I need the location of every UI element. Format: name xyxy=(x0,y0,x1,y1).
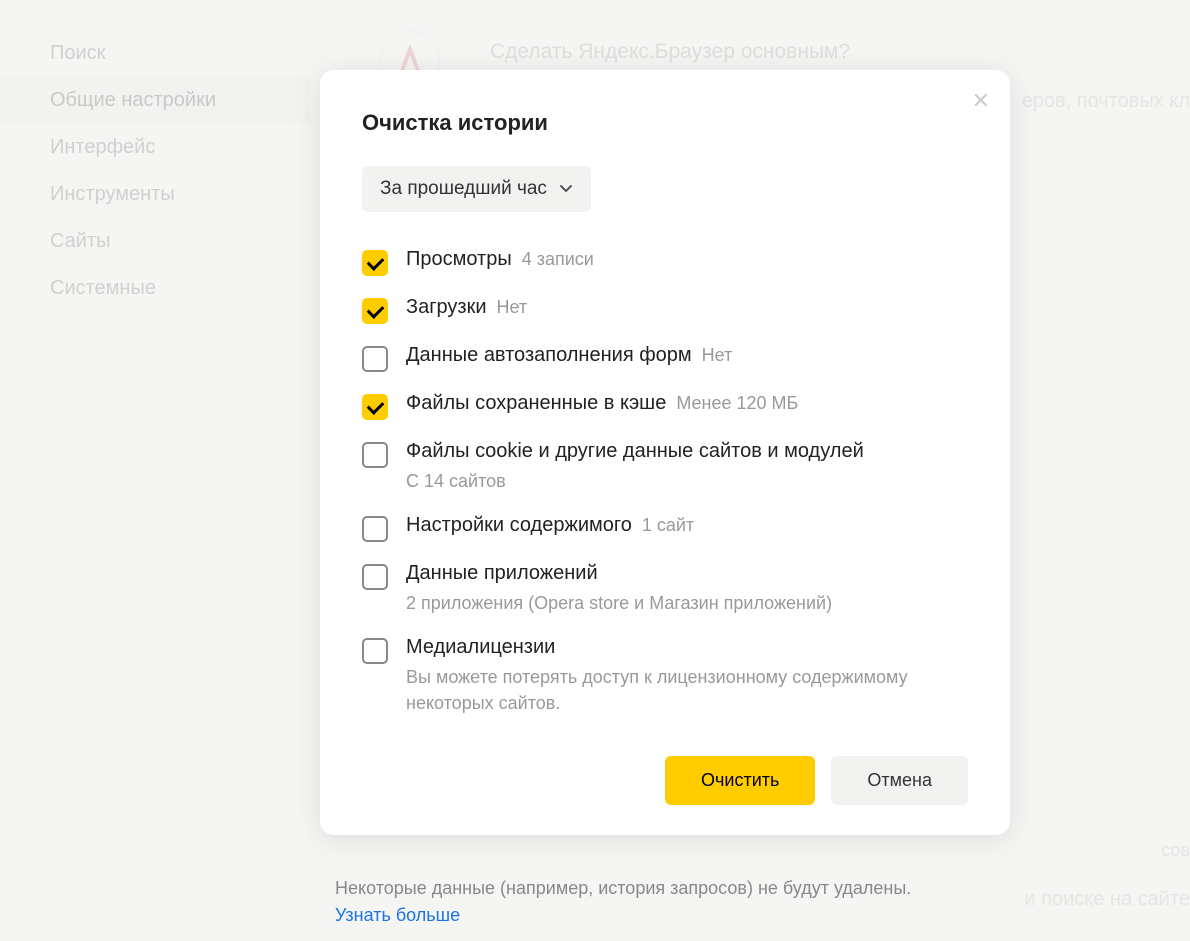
checkbox-autofill[interactable] xyxy=(362,346,388,372)
option-sublabel: 2 приложения (Opera store и Магазин прил… xyxy=(406,591,968,616)
option-hint: Менее 120 МБ xyxy=(676,393,798,414)
modal-title: Очистка истории xyxy=(362,110,968,136)
option-hint: Нет xyxy=(702,345,733,366)
option-downloads: Загрузки Нет xyxy=(362,296,968,324)
option-browsing-history: Просмотры 4 записи xyxy=(362,248,968,276)
option-label: Файлы cookie и другие данные сайтов и мо… xyxy=(406,440,864,463)
option-content-settings: Настройки содержимого 1 сайт xyxy=(362,514,968,542)
cancel-button[interactable]: Отмена xyxy=(831,756,968,805)
checkbox-cache[interactable] xyxy=(362,394,388,420)
option-label: Настройки содержимого xyxy=(406,514,632,537)
option-autofill: Данные автозаполнения форм Нет xyxy=(362,344,968,372)
option-cookies: Файлы cookie и другие данные сайтов и мо… xyxy=(362,440,968,494)
checkbox-downloads[interactable] xyxy=(362,298,388,324)
checkbox-cookies[interactable] xyxy=(362,442,388,468)
option-sublabel: С 14 сайтов xyxy=(406,469,968,494)
option-hint: 4 записи xyxy=(522,249,594,270)
clear-button[interactable]: Очистить xyxy=(665,756,815,805)
checkbox-content-settings[interactable] xyxy=(362,516,388,542)
option-label: Просмотры xyxy=(406,248,512,271)
checkbox-browsing-history[interactable] xyxy=(362,250,388,276)
footer-note: Некоторые данные (например, история запр… xyxy=(335,875,911,929)
clear-history-modal: ✕ Очистка истории За прошедший час Просм… xyxy=(320,70,1010,835)
option-app-data: Данные приложений 2 приложения (Opera st… xyxy=(362,562,968,616)
option-label: Данные автозаполнения форм xyxy=(406,344,692,367)
option-label: Данные приложений xyxy=(406,562,598,585)
close-icon[interactable]: ✕ xyxy=(972,88,990,114)
checkbox-media-licenses[interactable] xyxy=(362,638,388,664)
time-range-label: За прошедший час xyxy=(380,178,547,200)
chevron-down-icon xyxy=(559,178,573,200)
option-label: Медиалицензии xyxy=(406,636,555,659)
option-cache: Файлы сохраненные в кэше Менее 120 МБ xyxy=(362,392,968,420)
option-media-licenses: Медиалицензии Вы можете потерять доступ … xyxy=(362,636,968,715)
checkbox-app-data[interactable] xyxy=(362,564,388,590)
option-hint: 1 сайт xyxy=(642,515,694,536)
learn-more-link[interactable]: Узнать больше xyxy=(335,905,460,925)
option-sublabel: Вы можете потерять доступ к лицензионном… xyxy=(406,665,968,715)
modal-footer: Очистить Отмена xyxy=(362,756,968,805)
footer-note-text: Некоторые данные (например, история запр… xyxy=(335,878,911,898)
option-label: Файлы сохраненные в кэше xyxy=(406,392,666,415)
option-hint: Нет xyxy=(497,297,528,318)
clear-options-list: Просмотры 4 записи Загрузки Нет Данные а… xyxy=(362,248,968,716)
option-label: Загрузки xyxy=(406,296,487,319)
time-range-select[interactable]: За прошедший час xyxy=(362,166,591,212)
